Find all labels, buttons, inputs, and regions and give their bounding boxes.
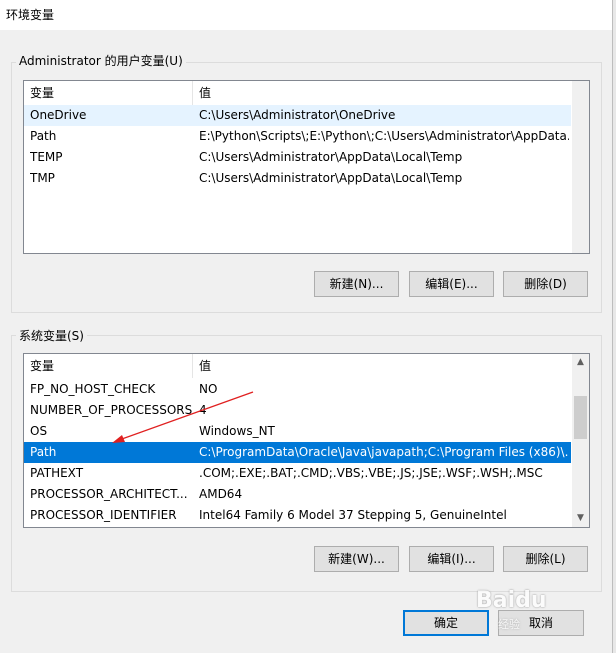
window-title: 环境变量	[6, 8, 55, 22]
variable-value: E:\Python\Scripts\;E:\Python\;C:\Users\A…	[199, 129, 569, 143]
list-item[interactable]: PATHEXT .COM;.EXE;.BAT;.CMD;.VBS;.VBE;.J…	[24, 463, 571, 484]
system-new-button[interactable]: 新建(W)...	[314, 546, 399, 572]
system-edit-button[interactable]: 编辑(I)...	[409, 546, 494, 572]
list-item[interactable]: TEMP C:\Users\Administrator\AppData\Loca…	[24, 147, 571, 168]
variable-value: 4	[199, 403, 207, 417]
window-edge	[612, 0, 616, 653]
variable-value: C:\Users\Administrator\AppData\Local\Tem…	[199, 150, 463, 164]
system-variables-header: 变量 值	[24, 354, 589, 378]
list-item-selected[interactable]: Path C:\ProgramData\Oracle\Java\javapath…	[24, 442, 571, 463]
variable-name: PROCESSOR_ARCHITECT...	[30, 487, 188, 501]
list-item[interactable]: PROCESSOR_IDENTIFIER Intel64 Family 6 Mo…	[24, 505, 571, 526]
cancel-button[interactable]: 取消	[498, 610, 584, 636]
variable-value: Windows_NT	[199, 424, 275, 438]
variable-name: TMP	[30, 171, 55, 185]
variable-value: C:\Users\Administrator\AppData\Local\Tem…	[199, 171, 463, 185]
user-edit-button[interactable]: 编辑(E)...	[409, 271, 494, 297]
user-variables-list[interactable]: 变量 值 OneDrive C:\Users\Administrator\One…	[23, 80, 590, 254]
list-item[interactable]: NUMBER_OF_PROCESSORS 4	[24, 400, 571, 421]
column-header-value[interactable]: 值	[193, 354, 571, 378]
variable-value: AMD64	[199, 487, 243, 501]
list-item[interactable]: OneDrive C:\Users\Administrator\OneDrive	[24, 105, 571, 126]
scroll-up-arrow-icon[interactable]: ▲	[572, 354, 589, 371]
column-header-variable[interactable]: 变量	[24, 81, 192, 105]
column-header-variable[interactable]: 变量	[24, 354, 192, 378]
variable-name: OneDrive	[30, 108, 87, 122]
variable-value: C:\Users\Administrator\OneDrive	[199, 108, 396, 122]
title-bar: 环境变量	[0, 0, 616, 30]
system-delete-button[interactable]: 删除(L)	[503, 546, 588, 572]
variable-name: Path	[30, 445, 57, 459]
user-list-scrollbar[interactable]	[572, 81, 589, 253]
variable-name: PROCESSOR_IDENTIFIER	[30, 508, 177, 522]
list-item[interactable]: Path E:\Python\Scripts\;E:\Python\;C:\Us…	[24, 126, 571, 147]
variable-value: Intel64 Family 6 Model 37 Stepping 5, Ge…	[199, 508, 507, 522]
scrollbar-thumb[interactable]	[574, 396, 587, 439]
list-item[interactable]: FP_NO_HOST_CHECK NO	[24, 379, 571, 400]
variable-name: TEMP	[30, 150, 63, 164]
ok-button[interactable]: 确定	[403, 610, 489, 636]
user-variables-header: 变量 值	[24, 81, 589, 105]
list-item[interactable]: TMP C:\Users\Administrator\AppData\Local…	[24, 168, 571, 189]
user-delete-button[interactable]: 删除(D)	[503, 271, 588, 297]
system-list-scrollbar[interactable]: ▲ ▼	[572, 354, 589, 527]
variable-name: FP_NO_HOST_CHECK	[30, 382, 156, 396]
system-variables-list[interactable]: 变量 值 FP_NO_HOST_CHECK NO NUMBER_OF_PROCE…	[23, 353, 590, 528]
column-header-value[interactable]: 值	[193, 81, 571, 105]
variable-name: PATHEXT	[30, 466, 84, 480]
list-item[interactable]: PROCESSOR_ARCHITECT... AMD64	[24, 484, 571, 505]
variable-value: .COM;.EXE;.BAT;.CMD;.VBS;.VBE;.JS;.JSE;.…	[199, 466, 543, 480]
list-item[interactable]: OS Windows_NT	[24, 421, 571, 442]
scroll-down-arrow-icon[interactable]: ▼	[572, 510, 589, 527]
user-new-button[interactable]: 新建(N)...	[314, 271, 399, 297]
user-variables-label: Administrator 的用户变量(U)	[16, 52, 186, 69]
system-variables-label: 系统变量(S)	[16, 327, 87, 344]
variable-name: Path	[30, 129, 57, 143]
variable-value: C:\ProgramData\Oracle\Java\javapath;C:\P…	[199, 445, 569, 459]
variable-value: NO	[199, 382, 218, 396]
variable-name: OS	[30, 424, 48, 438]
variable-name: NUMBER_OF_PROCESSORS	[30, 403, 193, 417]
